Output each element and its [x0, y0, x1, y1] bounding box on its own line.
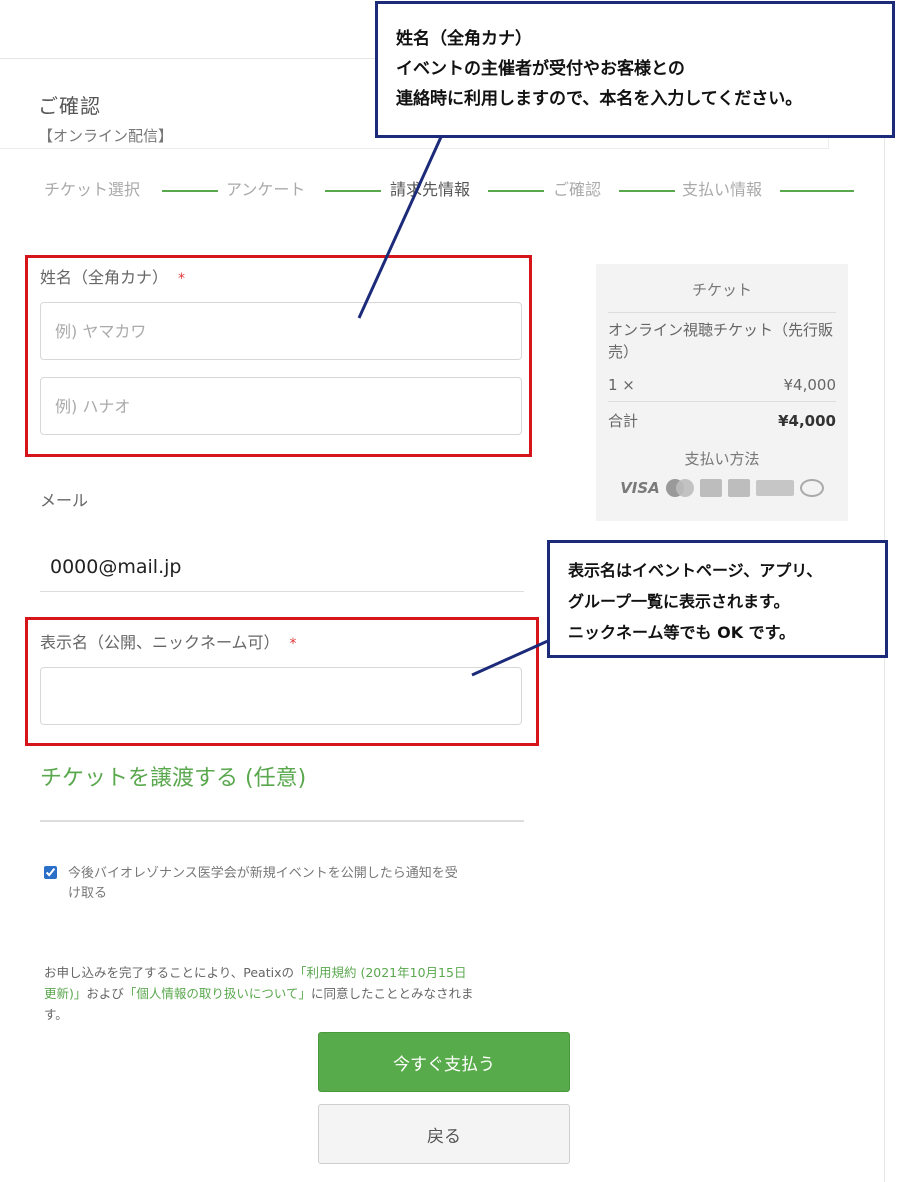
total-label: 合計 — [608, 412, 639, 430]
total-row: 合計 ¥4,000 — [608, 402, 836, 440]
step-payment-info: 支払い情報 — [682, 180, 763, 199]
transfer-ticket-link[interactable]: チケットを譲渡する (任意) — [40, 760, 306, 792]
privacy-policy-link[interactable]: 「個人情報の取り扱いについて」 — [124, 986, 311, 1001]
callout-line: 姓名（全角カナ） — [396, 29, 532, 49]
email-value: 0000@mail.jp — [50, 556, 182, 578]
name-highlight-box — [25, 255, 532, 457]
step-connector — [325, 190, 381, 192]
callout-line: 連絡時に利用しますので、本名を入力してください。 — [396, 89, 803, 109]
page-title: ご確認 — [38, 94, 101, 118]
jcb-icon — [699, 479, 722, 497]
display-name-highlight-box — [25, 617, 539, 746]
ticket-name: オンライン視聴チケット（先行販売） — [608, 321, 834, 361]
callout-line: ニックネーム等でも OK です。 — [568, 623, 796, 642]
terms-before: お申し込みを完了することにより、Peatixの — [44, 965, 294, 980]
pay-now-button[interactable]: 今すぐ支払う — [318, 1032, 570, 1092]
step-survey: アンケート — [226, 180, 306, 199]
amex-icon — [727, 479, 750, 497]
divider — [40, 591, 524, 592]
back-button[interactable]: 戻る — [318, 1104, 570, 1164]
callout-line: イベントの主催者が受付やお客様との — [396, 59, 685, 79]
mastercard-icon — [665, 479, 694, 497]
payment-card-logos: VISA — [608, 479, 836, 497]
step-connector — [488, 190, 544, 192]
display-name-annotation-callout: 表示名はイベントページ、アプリ、 グループ一覧に表示されます。 ニックネーム等で… — [547, 540, 888, 658]
ticket-price: ¥4,000 — [783, 376, 837, 394]
name-annotation-callout: 姓名（全角カナ） イベントの主催者が受付やお客様との 連絡時に利用しますので、本… — [375, 1, 895, 138]
step-ticket-select: チケット選択 — [44, 180, 141, 199]
step-connector — [780, 190, 854, 192]
visa-icon: VISA — [620, 479, 660, 497]
ticket-qty: 1 × — [608, 376, 635, 394]
payment-methods-title: 支払い方法 — [684, 450, 760, 468]
ticket-summary: チケット オンライン視聴チケット（先行販売） 1 × ¥4,000 合計 ¥4,… — [596, 264, 848, 521]
notify-checkbox[interactable] — [44, 866, 57, 879]
progress-steps: チケット選択 アンケート 請求先情報 ご確認 支払い情報 — [44, 178, 864, 202]
notify-text: 今後バイオレゾナンス医学会が新規イベントを公開したら通知を受け取る — [68, 866, 458, 901]
callout-line: 表示名はイベントページ、アプリ、 — [568, 561, 823, 580]
terms-text: お申し込みを完了することにより、Peatixの「利用規約 (2021年10月15… — [44, 962, 474, 1025]
terms-middle: および — [86, 986, 124, 1001]
step-billing-info: 請求先情報 — [390, 180, 471, 199]
diners-club-icon — [799, 479, 824, 497]
ticket-qty-row: 1 × ¥4,000 — [608, 371, 836, 402]
step-confirm: ご確認 — [553, 180, 602, 199]
step-connector — [619, 190, 675, 192]
event-name: 【オンライン配信】 — [38, 127, 174, 145]
discover-icon — [755, 480, 794, 496]
step-connector — [162, 190, 218, 192]
divider — [40, 820, 524, 822]
email-label: メール — [40, 491, 89, 510]
total-value: ¥4,000 — [778, 412, 836, 430]
callout-line: グループ一覧に表示されます。 — [568, 592, 790, 611]
summary-header: チケット — [608, 264, 836, 313]
